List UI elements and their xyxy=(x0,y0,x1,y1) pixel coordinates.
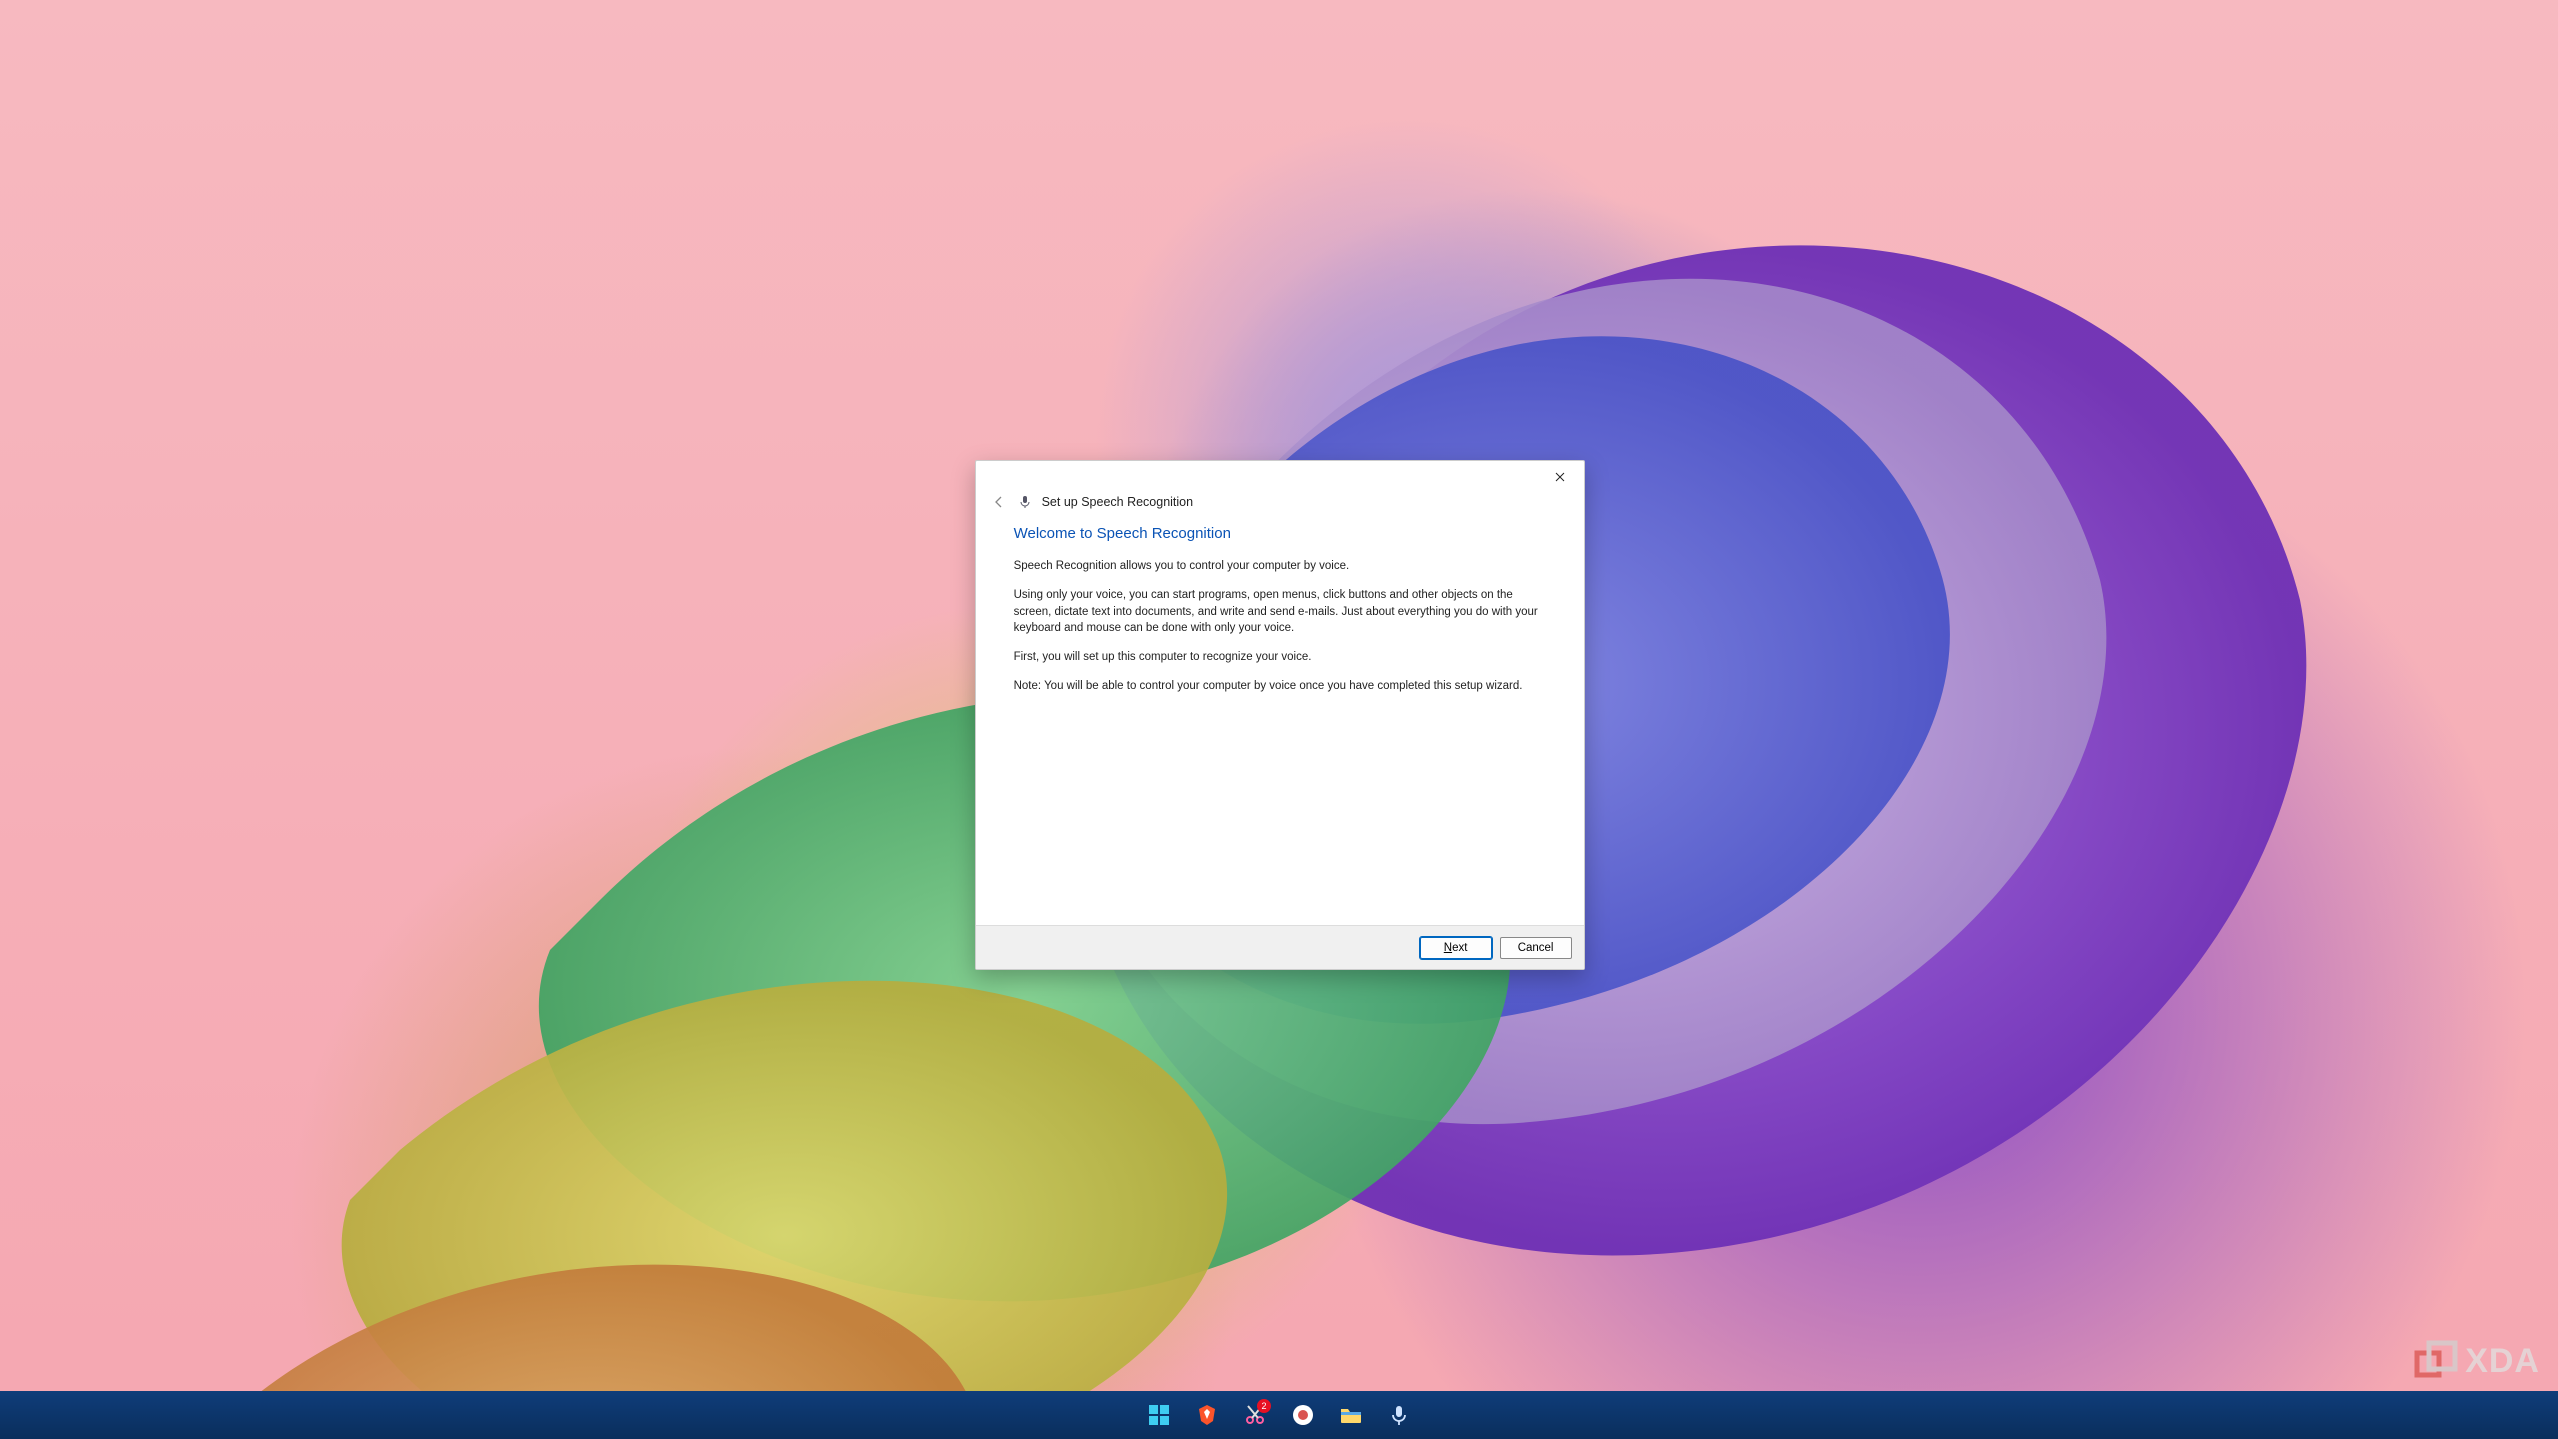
taskbar-snipping-tool[interactable]: 2 xyxy=(1235,1395,1275,1435)
dialog-paragraph-4: Note: You will be able to control your c… xyxy=(1014,678,1546,695)
taskbar: 2 xyxy=(0,1391,2558,1439)
microphone-icon xyxy=(1018,495,1032,509)
folder-icon xyxy=(1339,1403,1363,1427)
speech-recognition-wizard-dialog: Set up Speech Recognition Welcome to Spe… xyxy=(975,460,1585,970)
wizard-title: Set up Speech Recognition xyxy=(1042,495,1194,509)
close-icon xyxy=(1555,472,1565,482)
start-button[interactable] xyxy=(1139,1395,1179,1435)
brave-icon xyxy=(1195,1403,1219,1427)
back-button[interactable] xyxy=(990,493,1008,511)
xda-watermark-text: XDA xyxy=(2465,1342,2540,1381)
taskbar-screen-recorder[interactable] xyxy=(1283,1395,1323,1435)
dialog-header: Set up Speech Recognition xyxy=(976,493,1584,517)
windows-logo-icon xyxy=(1147,1403,1171,1427)
next-button[interactable]: Next xyxy=(1420,937,1492,959)
dialog-titlebar xyxy=(976,461,1584,493)
microphone-icon xyxy=(1387,1403,1411,1427)
dialog-heading: Welcome to Speech Recognition xyxy=(1014,525,1546,542)
dialog-paragraph-3: First, you will set up this computer to … xyxy=(1014,649,1546,666)
dialog-body: Welcome to Speech Recognition Speech Rec… xyxy=(976,517,1584,925)
dialog-paragraph-2: Using only your voice, you can start pro… xyxy=(1014,587,1546,637)
xda-watermark: XDA xyxy=(2411,1339,2540,1383)
arrow-left-icon xyxy=(992,495,1006,509)
cancel-button[interactable]: Cancel xyxy=(1500,937,1572,959)
taskbar-file-explorer[interactable] xyxy=(1331,1395,1371,1435)
taskbar-brave-browser[interactable] xyxy=(1187,1395,1227,1435)
dialog-paragraph-1: Speech Recognition allows you to control… xyxy=(1014,558,1546,575)
next-button-label-rest: ext xyxy=(1452,942,1467,954)
taskbar-speech-recognition[interactable] xyxy=(1379,1395,1419,1435)
close-button[interactable] xyxy=(1540,463,1580,491)
xda-logo-icon xyxy=(2411,1339,2459,1383)
dialog-footer: Next Cancel xyxy=(976,925,1584,969)
record-icon xyxy=(1291,1403,1315,1427)
notification-badge: 2 xyxy=(1257,1399,1271,1413)
